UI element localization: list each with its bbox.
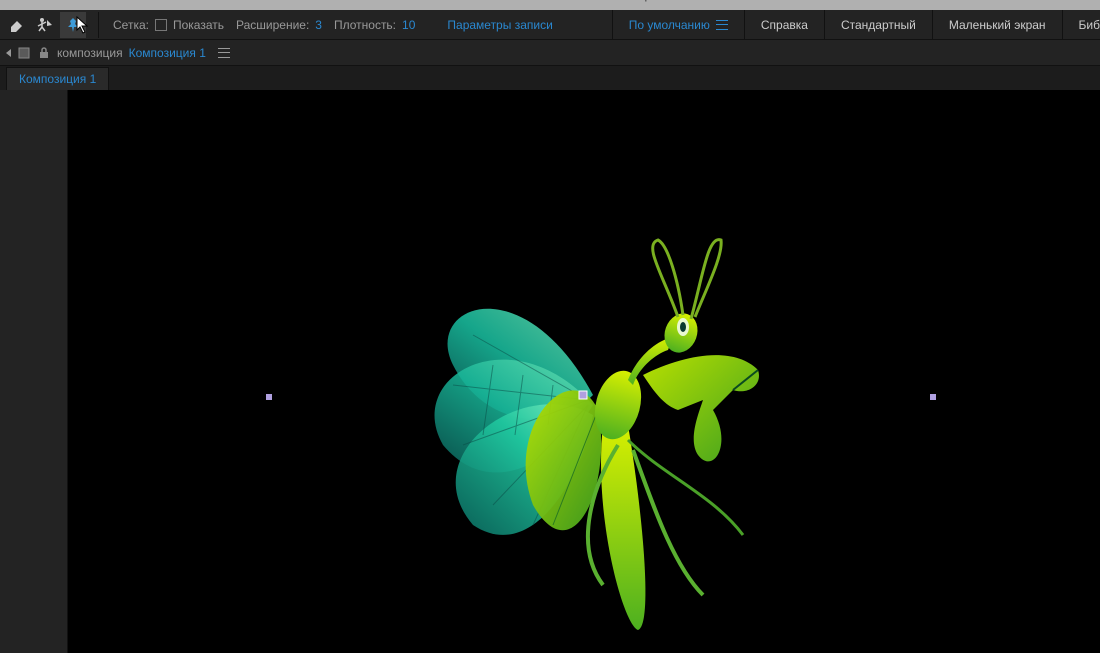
left-panel <box>0 90 68 653</box>
workspace-libraries[interactable]: Биб <box>1063 10 1100 40</box>
grid-option: Сетка: Показать <box>107 18 230 32</box>
density-option: Плотность: 10 <box>328 18 421 32</box>
workspace-default-label: По умолчанию <box>629 18 710 32</box>
record-params-link[interactable]: Параметры записи <box>447 18 552 32</box>
lock-icon[interactable] <box>37 46 51 60</box>
transform-handle-right[interactable] <box>930 394 936 400</box>
divider <box>98 12 99 38</box>
breadcrumb-active[interactable]: Композиция 1 <box>129 46 206 60</box>
density-label: Плотность: <box>334 18 396 32</box>
tool-icons <box>0 12 90 38</box>
pin-tool-icon[interactable] <box>60 12 86 38</box>
panel-menu-icon[interactable] <box>218 48 230 58</box>
eraser-tool-icon[interactable] <box>4 12 30 38</box>
record-params[interactable]: Параметры записи <box>441 18 558 32</box>
layer-square-icon <box>17 46 31 60</box>
canvas-artwork <box>68 90 1100 653</box>
grid-label: Сетка: <box>113 18 149 32</box>
breadcrumb-prefix: композиция <box>57 46 123 60</box>
workspace-default[interactable]: По умолчанию <box>613 10 744 40</box>
tab-row: Композиция 1 <box>0 66 1100 90</box>
back-arrow-icon[interactable] <box>6 49 11 57</box>
workspace-small-screen[interactable]: Маленький экран <box>933 10 1062 40</box>
composition-panel-header: композиция Композиция 1 <box>0 40 1100 66</box>
workspace-standard[interactable]: Стандартный <box>825 10 932 40</box>
toolbar: Сетка: Показать Расширение: 3 Плотность:… <box>0 10 1100 40</box>
show-label: Показать <box>173 18 224 32</box>
puppet-tool-icon[interactable] <box>32 12 58 38</box>
composition-viewer[interactable] <box>68 90 1100 653</box>
tab-composition-1[interactable]: Композиция 1 <box>6 67 109 90</box>
show-grid-checkbox[interactable] <box>155 19 167 31</box>
menu-icon <box>716 20 728 30</box>
menu-help[interactable]: Справка <box>745 10 824 40</box>
expansion-label: Расширение: <box>236 18 309 32</box>
workspace-menus: По умолчанию Справка Стандартный Маленьк… <box>612 10 1100 40</box>
expansion-value[interactable]: 3 <box>315 18 322 32</box>
transform-handle-left[interactable] <box>266 394 272 400</box>
window-title: Adobe After Effects CC 2019 - Безымянный… <box>420 0 681 2</box>
density-value[interactable]: 10 <box>402 18 415 32</box>
expansion-option: Расширение: 3 <box>230 18 328 32</box>
window-titlebar: Adobe After Effects CC 2019 - Безымянный… <box>0 0 1100 10</box>
